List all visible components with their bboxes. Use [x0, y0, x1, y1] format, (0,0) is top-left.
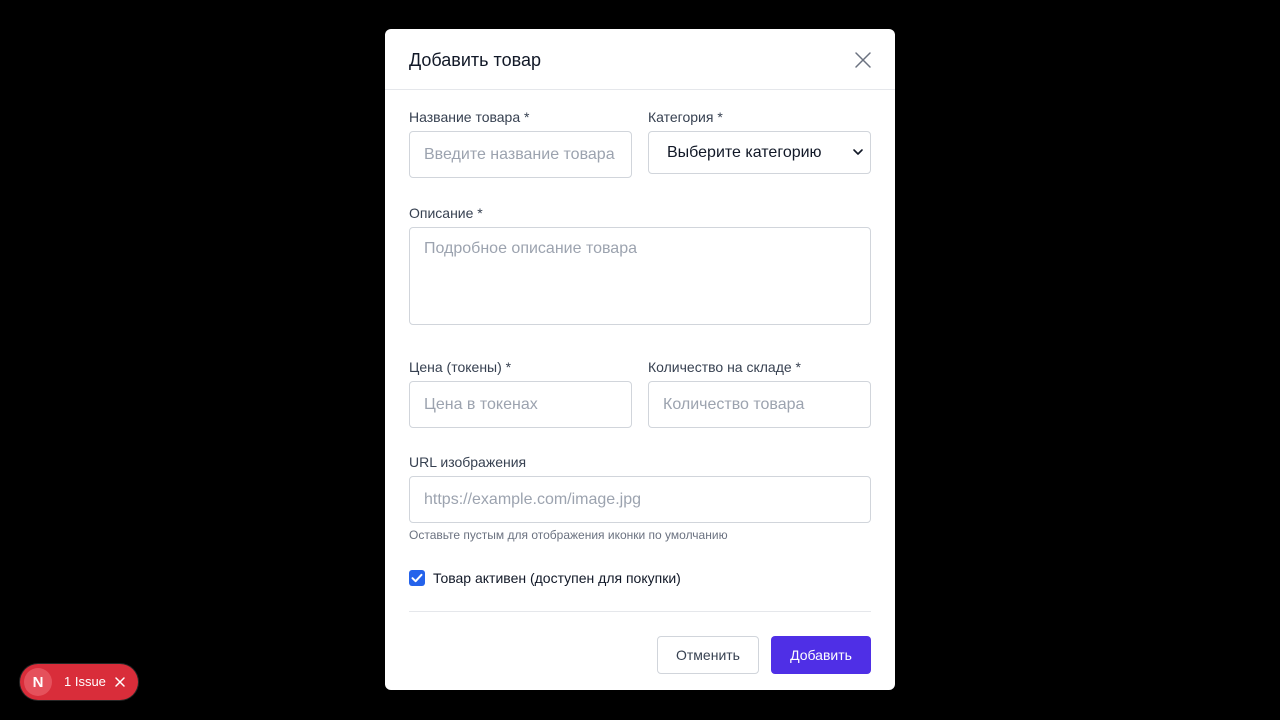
- product-name-input[interactable]: [409, 131, 632, 178]
- price-input[interactable]: [409, 381, 632, 428]
- nextjs-logo-icon: N: [24, 668, 52, 696]
- stock-label: Количество на складе *: [648, 359, 802, 375]
- stock-input[interactable]: [648, 381, 871, 428]
- issues-count-text: 1 Issue: [64, 674, 106, 689]
- close-icon: [855, 52, 871, 68]
- chevron-down-icon: [853, 149, 863, 155]
- close-button[interactable]: [853, 50, 873, 70]
- image-url-hint: Оставьте пустым для отображения иконки п…: [409, 528, 728, 542]
- checkmark-icon: [411, 573, 423, 583]
- active-checkbox-label: Товар активен (доступен для покупки): [433, 570, 681, 586]
- category-select[interactable]: Выберите категорию: [648, 131, 871, 174]
- add-button[interactable]: Добавить: [771, 636, 871, 674]
- image-url-label: URL изображения: [409, 454, 527, 470]
- issues-badge[interactable]: N 1 Issue: [20, 664, 138, 700]
- image-url-input[interactable]: [409, 476, 871, 523]
- footer-divider: [409, 611, 871, 612]
- category-selected-value: Выберите категорию: [667, 143, 822, 161]
- close-icon[interactable]: [114, 676, 126, 688]
- cancel-button[interactable]: Отменить: [657, 636, 759, 674]
- description-label: Описание *: [409, 205, 483, 221]
- price-label: Цена (токены) *: [409, 359, 512, 375]
- active-checkbox[interactable]: [409, 570, 425, 586]
- modal-title: Добавить товар: [409, 50, 541, 70]
- add-product-modal: Добавить товар Название товара * Категор…: [385, 29, 895, 690]
- category-label: Категория *: [648, 109, 723, 125]
- modal-header: Добавить товар: [385, 29, 895, 90]
- description-textarea[interactable]: [409, 227, 871, 325]
- product-name-label: Название товара *: [409, 109, 530, 125]
